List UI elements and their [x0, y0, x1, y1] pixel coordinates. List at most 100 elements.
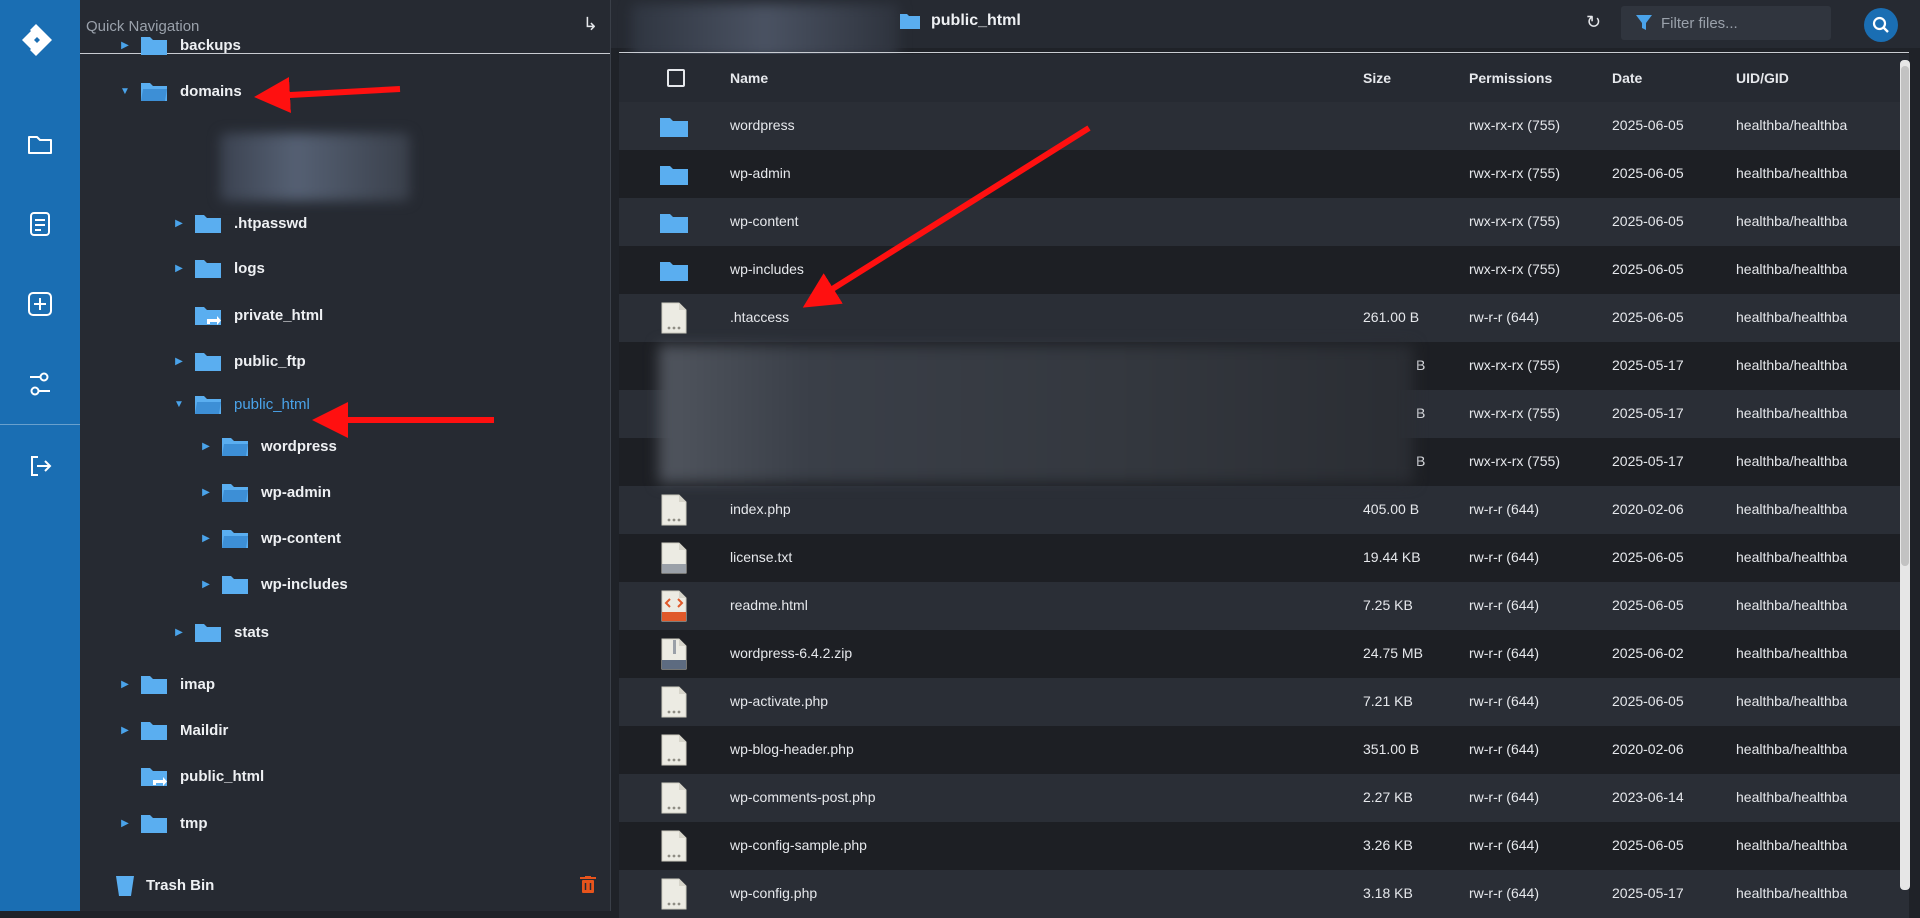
file-size: 405.00 B	[1363, 501, 1420, 517]
file-name[interactable]: wordpress-6.4.2.zip	[730, 645, 852, 661]
collapse-triangle-icon[interactable]: ▼	[118, 86, 132, 97]
folder-icon	[660, 118, 688, 137]
table-row[interactable]: wp-config-sample.php 3.26 KB rw-r-r (644) 2…	[619, 822, 1909, 870]
tree-item-label: domains	[180, 82, 242, 100]
tree-item-wp-content[interactable]: ▶ wp-content	[199, 523, 341, 553]
folder-link-icon	[195, 307, 221, 325]
file-uid-gid: healthba/healthba	[1736, 693, 1848, 709]
tree-item-backups[interactable]: ▶ backups	[118, 30, 241, 60]
table-row[interactable]: wp-content rwx-rx-rx (755) 2025-06-05 healt…	[619, 198, 1909, 246]
file-icon	[661, 878, 687, 910]
file-permissions: rwx-rx-rx (755)	[1469, 117, 1560, 133]
tree-item-domains[interactable]: ▼ domains	[118, 76, 242, 106]
tree-item-tmp[interactable]: ▶ tmp	[118, 808, 208, 838]
tree-item-label: Maildir	[180, 721, 229, 739]
toolbar-divider	[619, 52, 1909, 53]
tree-item-htpasswd[interactable]: ▶ .htpasswd	[172, 208, 307, 238]
file-name[interactable]: license.txt	[730, 549, 792, 565]
file-name[interactable]: wp-comments-post.php	[730, 789, 876, 805]
file-name[interactable]: wp-includes	[730, 261, 804, 277]
tree-item-public-html[interactable]: ▶public_html	[118, 761, 264, 791]
expand-triangle-icon[interactable]: ▶	[172, 218, 186, 229]
column-name[interactable]: Name	[730, 70, 768, 86]
file-name[interactable]: wp-blog-header.php	[730, 741, 854, 757]
column-size[interactable]: Size	[1363, 70, 1391, 86]
jump-to-icon[interactable]: ↳	[583, 14, 598, 35]
file-uid-gid: healthba/healthba	[1736, 645, 1848, 661]
tree-item-wordpress[interactable]: ▶ wordpress	[199, 431, 337, 461]
logout-icon[interactable]	[24, 450, 56, 482]
table-row[interactable]: wp-includes rwx-rx-rx (755) 2025-06-05 heal…	[619, 246, 1909, 294]
tree-item-maildir[interactable]: ▶ Maildir	[118, 715, 228, 745]
file-permissions: rw-r-r (644)	[1469, 837, 1539, 853]
file-name[interactable]: wp-content	[730, 213, 798, 229]
file-name[interactable]: wp-config-sample.php	[730, 837, 867, 853]
file-name[interactable]: wp-activate.php	[730, 693, 828, 709]
add-icon[interactable]	[24, 288, 56, 320]
file-name[interactable]: wp-config.php	[730, 885, 817, 901]
tree-item-logs[interactable]: ▶ logs	[172, 253, 265, 283]
tree-item-stats[interactable]: ▶ stats	[172, 617, 269, 647]
expand-triangle-icon[interactable]: ▶	[118, 725, 132, 736]
tree-item-private-html[interactable]: ▶private_html	[172, 300, 323, 330]
refresh-icon[interactable]: ↻	[1586, 12, 1601, 33]
tree-item-wp-admin[interactable]: ▶ wp-admin	[199, 477, 331, 507]
expand-triangle-icon[interactable]: ▶	[199, 441, 213, 452]
tree-item-imap[interactable]: ▶ imap	[118, 669, 215, 699]
folder-icon[interactable]	[24, 128, 56, 160]
trash-bin[interactable]: Trash Bin	[80, 870, 610, 900]
table-row[interactable]: wp-comments-post.php 2.27 KB rw-r-r (644) 2…	[619, 774, 1909, 822]
file-permissions: rw-r-r (644)	[1469, 645, 1539, 661]
table-row[interactable]: wordpress-6.4.2.zip 24.75 MB rw-r-r (644) 2…	[619, 630, 1909, 678]
collapse-triangle-icon[interactable]: ▼	[172, 399, 186, 410]
table-row[interactable]: readme.html 7.25 KB rw-r-r (644) 2025-06-05…	[619, 582, 1909, 630]
vertical-scrollbar[interactable]	[1900, 60, 1910, 890]
table-row[interactable]: .htaccess 261.00 B rw-r-r (644) 2025-06-05 h…	[619, 294, 1909, 342]
tree-item-public-ftp[interactable]: ▶ public_ftp	[172, 346, 306, 376]
file-name[interactable]: readme.html	[730, 597, 808, 613]
tree-item-label: public_html	[234, 395, 310, 413]
settings-sliders-icon[interactable]	[24, 368, 56, 400]
app-rail	[0, 0, 80, 911]
table-row[interactable]: license.txt 19.44 KB rw-r-r (644) 2025-06-0…	[619, 534, 1909, 582]
table-row[interactable]: wordpress rwx-rx-rx (755) 2025-06-05 health…	[619, 102, 1909, 150]
document-icon[interactable]	[24, 208, 56, 240]
filter-files-input[interactable]	[1659, 13, 1813, 33]
expand-triangle-icon[interactable]: ▶	[199, 579, 213, 590]
column-uid-gid[interactable]: UID/GID	[1736, 70, 1789, 86]
file-name[interactable]: wordpress	[730, 117, 795, 133]
empty-trash-icon[interactable]	[580, 876, 596, 894]
folder-icon	[141, 815, 167, 833]
table-row[interactable]: wp-activate.php 7.21 KB rw-r-r (644) 2025-0…	[619, 678, 1909, 726]
file-name[interactable]: .htaccess	[730, 309, 789, 325]
select-all-checkbox[interactable]	[667, 69, 685, 87]
expand-triangle-icon[interactable]: ▶	[172, 263, 186, 274]
tree-item-public-html[interactable]: ▼ public_html	[172, 389, 310, 419]
expand-triangle-icon[interactable]: ▶	[199, 487, 213, 498]
expand-triangle-icon[interactable]: ▶	[118, 818, 132, 829]
tree-item-label: private_html	[234, 306, 324, 324]
file-permissions: rw-r-r (644)	[1469, 885, 1539, 901]
table-row[interactable]: wp-admin rwx-rx-rx (755) 2025-06-05 healthb…	[619, 150, 1909, 198]
tree-item-label: backups	[180, 36, 241, 54]
column-permissions[interactable]: Permissions	[1469, 70, 1552, 86]
table-row[interactable]: index.php 405.00 B rw-r-r (644) 2020-02-06 h…	[619, 486, 1909, 534]
scrollbar-thumb[interactable]	[1901, 66, 1909, 566]
search-button[interactable]	[1864, 8, 1898, 42]
expand-triangle-icon[interactable]: ▶	[199, 533, 213, 544]
table-row[interactable]: wp-blog-header.php 351.00 B rw-r-r (644) 20…	[619, 726, 1909, 774]
tree-item-label: wordpress	[261, 437, 337, 455]
tree-item-wp-includes[interactable]: ▶ wp-includes	[199, 569, 348, 599]
expand-triangle-icon[interactable]: ▶	[172, 356, 186, 367]
file-name[interactable]: index.php	[730, 501, 791, 517]
file-uid-gid: healthba/healthba	[1736, 165, 1848, 181]
file-date: 2023-06-14	[1612, 789, 1684, 805]
app-logo-icon[interactable]	[18, 18, 62, 62]
file-name[interactable]: wp-admin	[730, 165, 791, 181]
html-file-icon	[661, 590, 687, 622]
column-date[interactable]: Date	[1612, 70, 1642, 86]
folder-open-icon	[222, 484, 248, 502]
expand-triangle-icon[interactable]: ▶	[118, 40, 132, 51]
expand-triangle-icon[interactable]: ▶	[118, 679, 132, 690]
expand-triangle-icon[interactable]: ▶	[172, 627, 186, 638]
